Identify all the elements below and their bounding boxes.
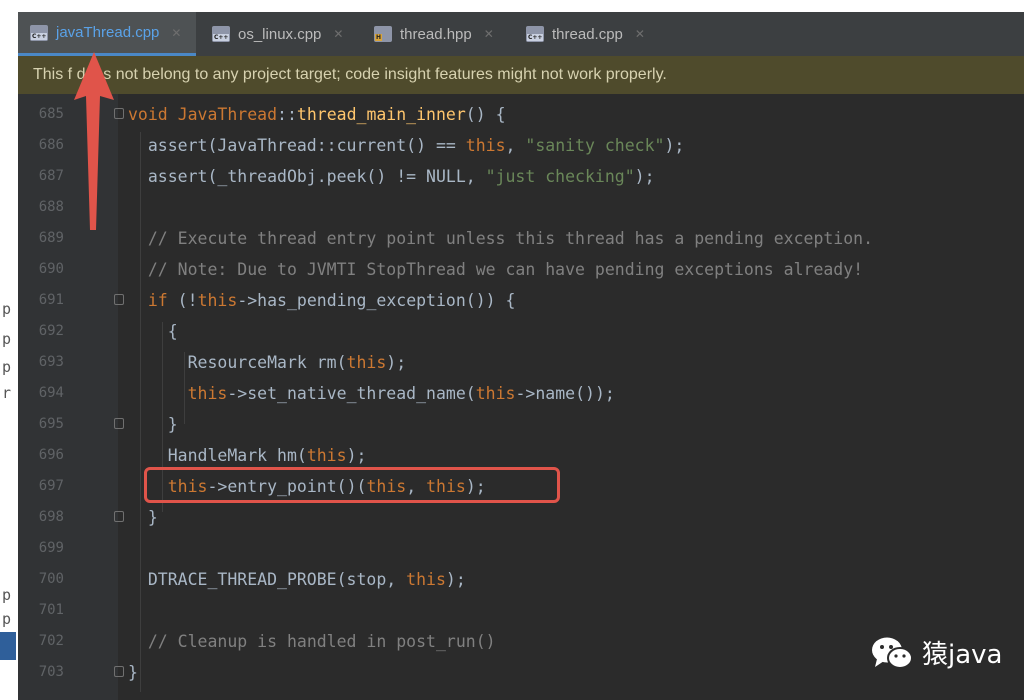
edge-glyph: p bbox=[2, 586, 12, 604]
code-text: if (!this->has_pending_exception()) { bbox=[147, 291, 516, 310]
line-number: 693 bbox=[38, 354, 64, 370]
code-text: // Execute thread entry point unless thi… bbox=[147, 229, 874, 248]
tab-label: os_linux.cpp bbox=[238, 25, 322, 43]
code-line: 689 // Execute thread entry point unless… bbox=[18, 224, 1024, 255]
project-warning-banner: This f does not belong to any project ta… bbox=[18, 56, 1024, 94]
editor-tab-bar: C++ javaThread.cpp ✕ C++ os_linux.cpp ✕ … bbox=[18, 12, 1024, 57]
code-line: 691 if (!this->has_pending_exception()) … bbox=[18, 286, 1024, 317]
line-number: 691 bbox=[38, 292, 64, 308]
tab-label: thread.hpp bbox=[400, 25, 472, 43]
hpp-file-icon: H bbox=[374, 26, 392, 42]
line-number: 685 bbox=[38, 106, 64, 122]
code-text: } bbox=[128, 415, 178, 434]
edge-glyph: r bbox=[2, 384, 12, 402]
watermark-text: 猿java bbox=[922, 640, 1003, 670]
cpp-file-icon: C++ bbox=[30, 24, 48, 41]
tab-javathread-cpp[interactable]: C++ javaThread.cpp ✕ bbox=[18, 12, 196, 56]
background-window-edge: p p p r p p bbox=[0, 0, 18, 700]
line-number: 698 bbox=[38, 509, 64, 525]
code-text: assert(JavaThread::current() == this, "s… bbox=[128, 136, 685, 155]
code-line: 693 ResourceMark rm(this); bbox=[18, 348, 1024, 379]
line-number: 695 bbox=[38, 416, 64, 432]
edge-glyph: p bbox=[2, 300, 12, 318]
code-line: 701 bbox=[18, 596, 1024, 627]
cpp-file-icon: C++ bbox=[526, 26, 544, 42]
close-icon[interactable]: ✕ bbox=[484, 27, 494, 41]
ide-window: C++ javaThread.cpp ✕ C++ os_linux.cpp ✕ … bbox=[18, 12, 1024, 700]
cpp-file-icon: C++ bbox=[212, 26, 230, 42]
code-text: void JavaThread::thread_main_inner() { bbox=[128, 105, 506, 124]
close-icon[interactable]: ✕ bbox=[333, 27, 343, 41]
arrow-annotation-icon bbox=[74, 52, 114, 230]
wechat-icon bbox=[872, 637, 913, 669]
tab-label: javaThread.cpp bbox=[56, 24, 160, 41]
fold-marker-icon[interactable] bbox=[114, 418, 124, 429]
line-number: 700 bbox=[38, 571, 64, 587]
code-line: 688 bbox=[18, 193, 1024, 224]
highlight-annotation bbox=[144, 467, 560, 503]
tab-label: thread.cpp bbox=[552, 25, 623, 43]
line-number: 702 bbox=[38, 633, 64, 649]
watermark: 猿java bbox=[870, 634, 1002, 671]
code-line: 695 } bbox=[18, 410, 1024, 441]
code-text: } bbox=[128, 508, 158, 527]
line-number: 696 bbox=[38, 447, 64, 463]
code-text: HandleMark hm(this); bbox=[128, 446, 367, 465]
banner-text: This f does not belong to any project ta… bbox=[33, 66, 667, 83]
code-text: ResourceMark rm(this); bbox=[128, 353, 407, 372]
code-line: 698 } bbox=[18, 503, 1024, 534]
code-line: 699 bbox=[18, 534, 1024, 565]
edge-glyph: p bbox=[2, 610, 12, 628]
line-number: 687 bbox=[38, 168, 64, 184]
close-icon[interactable]: ✕ bbox=[635, 27, 645, 41]
line-number: 692 bbox=[38, 323, 64, 339]
code-line: 687 assert(_threadObj.peek() != NULL, "j… bbox=[18, 162, 1024, 193]
fold-marker-icon[interactable] bbox=[114, 666, 124, 677]
edge-selection bbox=[0, 632, 16, 660]
code-text: this->set_native_thread_name(this->name(… bbox=[187, 384, 615, 403]
line-number: 690 bbox=[38, 261, 64, 277]
tab-thread-cpp[interactable]: C++ thread.cpp ✕ bbox=[514, 12, 664, 56]
tab-os-linux-cpp[interactable]: C++ os_linux.cpp ✕ bbox=[200, 12, 360, 56]
edge-glyph: p bbox=[2, 358, 12, 376]
edge-glyph: p bbox=[2, 330, 12, 348]
line-number: 689 bbox=[38, 230, 64, 246]
fold-marker-icon[interactable] bbox=[114, 511, 124, 522]
code-text: assert(_threadObj.peek() != NULL, "just … bbox=[128, 167, 655, 186]
code-text: // Cleanup is handled in post_run() bbox=[147, 632, 496, 651]
code-line: 692 { bbox=[18, 317, 1024, 348]
line-number: 699 bbox=[38, 540, 64, 556]
code-line: 685 void JavaThread::thread_main_inner()… bbox=[18, 100, 1024, 131]
code-text: // Note: Due to JVMTI StopThread we can … bbox=[147, 260, 864, 279]
code-text: { bbox=[128, 322, 178, 341]
line-number: 686 bbox=[38, 137, 64, 153]
code-text: DTRACE_THREAD_PROBE(stop, this); bbox=[128, 570, 466, 589]
code-text: } bbox=[128, 663, 138, 682]
line-number: 694 bbox=[38, 385, 64, 401]
fold-marker-icon[interactable] bbox=[114, 294, 124, 305]
code-line: 694 this->set_native_thread_name(this->n… bbox=[18, 379, 1024, 410]
tab-thread-hpp[interactable]: H thread.hpp ✕ bbox=[362, 12, 512, 56]
line-number: 703 bbox=[38, 664, 64, 680]
line-number: 697 bbox=[38, 478, 64, 494]
line-number: 688 bbox=[38, 199, 64, 215]
code-line: 690 // Note: Due to JVMTI StopThread we … bbox=[18, 255, 1024, 286]
line-number: 701 bbox=[38, 602, 64, 618]
code-line: 700 DTRACE_THREAD_PROBE(stop, this); bbox=[18, 565, 1024, 596]
code-line: 686 assert(JavaThread::current() == this… bbox=[18, 131, 1024, 162]
close-icon[interactable]: ✕ bbox=[171, 26, 181, 40]
